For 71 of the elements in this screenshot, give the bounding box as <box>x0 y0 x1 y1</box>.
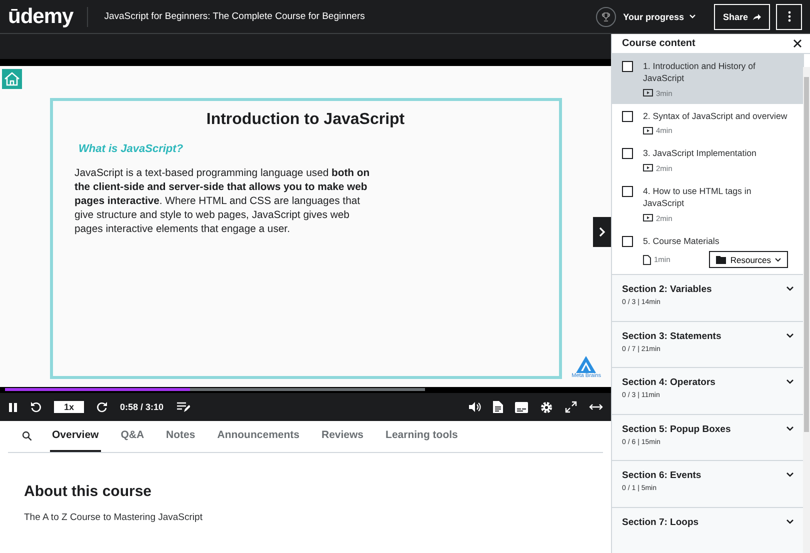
video-icon <box>643 89 653 97</box>
checkbox[interactable] <box>622 60 633 72</box>
tab[interactable]: Learning tools <box>384 429 460 452</box>
rewind-icon[interactable] <box>30 401 42 414</box>
tab[interactable]: Notes <box>164 429 198 452</box>
chevron-icon <box>786 379 794 384</box>
next-lecture-button[interactable] <box>593 217 611 248</box>
playback-speed-button[interactable]: 1x <box>54 401 84 414</box>
tab[interactable]: Q&A <box>118 429 146 452</box>
document-icon[interactable] <box>493 401 503 414</box>
sidebar-title: Course content <box>622 38 696 49</box>
section-title: Section 4: Operators <box>622 377 716 388</box>
chevron-down-icon <box>688 14 696 19</box>
slide-title: Introduction to JavaScript <box>205 111 406 130</box>
folder-icon <box>716 256 726 264</box>
settings-icon[interactable] <box>540 400 553 414</box>
checkbox[interactable] <box>622 236 633 246</box>
slide-subtitle: What is JavaScript? <box>78 143 184 156</box>
checkbox[interactable] <box>622 110 633 122</box>
pause-icon[interactable] <box>8 402 18 413</box>
video-time: 0:58 / 3:10 <box>120 402 164 412</box>
fullscreen-icon[interactable] <box>565 401 577 414</box>
checkbox[interactable] <box>622 148 633 159</box>
scrollbar[interactable] <box>803 67 810 553</box>
file-icon <box>643 254 651 264</box>
course-description: The A to Z Course to Mastering JavaScript <box>24 512 204 523</box>
volume-icon[interactable] <box>468 401 481 414</box>
slide-text: JavaScript is a text-based programming language used both on the client-side and server-side that allows you to make web pages interactive. Where HTML and CSS are languages that give structure and style to web pages, JavaScript gives web pages interactive elements that engage a user. <box>74 167 371 238</box>
tab[interactable]: Announcements <box>215 429 302 452</box>
checkbox[interactable] <box>622 186 633 196</box>
note-icon[interactable] <box>176 401 190 414</box>
share-button[interactable]: Share <box>714 4 770 30</box>
progress-dropdown[interactable]: Your progress <box>623 12 696 22</box>
section-heading: About this course <box>24 483 153 500</box>
search-icon[interactable] <box>22 430 32 441</box>
video-progress-bar[interactable] <box>0 387 611 394</box>
section-title: Section 6: Events <box>622 470 702 481</box>
lesson-title: 1. Introduction and History of JavaScript <box>643 60 756 84</box>
chevron-icon <box>786 518 794 524</box>
lesson-title: 2. Syntax of JavaScript and overview <box>643 110 788 122</box>
trophy-icon <box>596 6 616 26</box>
tab[interactable]: Overview <box>50 429 101 452</box>
forward-icon[interactable] <box>96 401 108 414</box>
chevron-icon <box>786 472 794 477</box>
video-icon <box>643 126 653 134</box>
section-title: Section 2: Variables <box>622 284 712 295</box>
udemy-logo[interactable]: ūdemy <box>8 6 88 26</box>
video-icon <box>643 214 653 222</box>
chevron-icon <box>786 426 794 430</box>
section-title: Section 3: Statements <box>622 330 722 342</box>
course-title: JavaScript for Beginners: The Complete Course for Beginners <box>104 11 366 22</box>
menu-icon <box>788 11 790 22</box>
chevron-icon <box>786 286 794 291</box>
share-arrow-icon <box>752 12 761 20</box>
more-options-button[interactable] <box>776 4 802 30</box>
section-title: Section 5: Popup Boxes <box>622 424 731 434</box>
expand-arrows-icon[interactable] <box>589 403 603 412</box>
chevron-right-icon <box>598 227 606 238</box>
section-title: Section 7: Loops <box>622 516 699 528</box>
lesson-title: 4. How to use HTML tags in JavaScript <box>643 184 752 210</box>
tab[interactable]: Reviews <box>320 429 366 452</box>
chevron-icon <box>786 332 794 338</box>
lesson-title: 5. Course Materials <box>643 234 720 247</box>
captions-icon[interactable] <box>515 402 528 413</box>
chevron-down-icon <box>775 258 781 262</box>
lesson-title: 3. JavaScript Implementation <box>643 147 758 160</box>
close-icon[interactable] <box>793 38 802 48</box>
section-header[interactable]: Section 7: Loops <box>612 506 804 553</box>
resources-dropdown[interactable]: Resources <box>709 251 788 268</box>
video-icon <box>643 164 653 172</box>
triangle-logo-icon <box>576 356 596 374</box>
